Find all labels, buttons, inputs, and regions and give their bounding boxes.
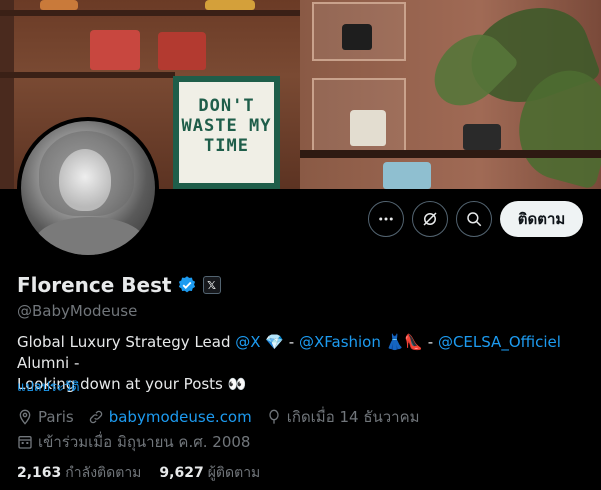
banner-bag [463,124,501,150]
dress-heel-emoji: 👗👠 [380,333,423,351]
birthday-text: เกิดเมื่อ 14 ธันวาคม [286,408,420,426]
banner-bag [158,32,206,70]
profile-meta-row: Paris babymodeuse.com เกิดเมื่อ 14 ธันวา… [17,405,434,429]
profile-name-row: Florence Best 𝕏 [17,273,221,297]
following-link[interactable]: 2,163 กำลังติดตาม [17,462,141,484]
mention-x-link[interactable]: @X [235,333,260,351]
avatar-face [59,149,111,211]
banner-bag [90,30,140,70]
follow-button[interactable]: ติดตาม [500,201,583,237]
banner-box [383,162,431,189]
avatar-shoulders [35,217,145,255]
following-count: 2,163 [17,465,62,481]
location-item: Paris [17,408,74,426]
website-link[interactable]: babymodeuse.com [109,408,252,426]
location-pin-icon [19,409,31,425]
website-item[interactable]: babymodeuse.com [88,408,252,426]
link-icon [89,410,102,424]
bio-text: Alumni - [17,354,80,372]
birthday-item: เกิดเมื่อ 14 ธันวาคม [266,405,420,429]
bio-line-1: Global Luxury Strategy Lead @X 💎 - @XFas… [17,332,587,374]
banner-shelf [300,150,601,158]
affiliate-badge-icon[interactable]: 𝕏 [202,276,221,294]
followers-label: ผู้ติดตาม [207,465,261,481]
banner-pillar [0,0,14,189]
joined-item: เข้าร่วมเมื่อ มิถุนายน ค.ศ. 2008 [17,430,250,454]
banner-poster: DON'T WASTE MY TIME [173,76,280,189]
followers-link[interactable]: 9,627 ผู้ติดตาม [159,462,260,484]
more-dots-icon [379,217,393,221]
profile-bio: Global Luxury Strategy Lead @X 💎 - @XFas… [17,332,587,395]
location-text: Paris [38,408,74,426]
profile-handle: @BabyModeuse [17,302,138,320]
avatar-photo [21,121,155,255]
banner-bag [350,110,386,146]
verified-badge-icon[interactable] [177,275,197,295]
bio-separator: - [423,333,438,351]
profile-avatar[interactable] [17,117,159,259]
bio-text: Global Luxury Strategy Lead [17,333,236,351]
following-label: กำลังติดตาม [65,465,142,481]
calendar-icon [18,436,32,449]
profile-name: Florence Best [17,273,172,297]
banner-shelf [0,72,175,78]
banner-shelf [0,10,300,16]
mention-celsa-link[interactable]: @CELSA_Officiel [438,333,561,351]
banner-bag [342,24,372,50]
bio-separator: - [284,333,299,351]
profile-meta-row: เข้าร่วมเมื่อ มิถุนายน ค.ศ. 2008 [17,430,264,454]
joined-text: เข้าร่วมเมื่อ มิถุนายน ค.ศ. 2008 [38,433,251,451]
followers-count: 9,627 [159,465,204,481]
balloon-icon [269,409,279,424]
gem-emoji: 💎 [265,333,285,351]
mention-xfashion-link[interactable]: @XFashion [299,333,381,351]
translate-bio-link[interactable]: แปลประวัติ [17,376,80,397]
grok-button[interactable] [412,201,448,237]
search-button[interactable] [456,201,492,237]
banner-bag [205,0,255,10]
banner-bag [40,0,78,10]
search-icon [467,212,482,227]
grok-icon [423,212,437,226]
banner-poster-text: DON'T WASTE MY TIME [181,96,272,156]
follow-stats: 2,163 กำลังติดตาม 9,627 ผู้ติดตาม [17,462,278,484]
bio-line-2: Looking down at your Posts 👀 [17,375,247,393]
more-button[interactable] [368,201,404,237]
